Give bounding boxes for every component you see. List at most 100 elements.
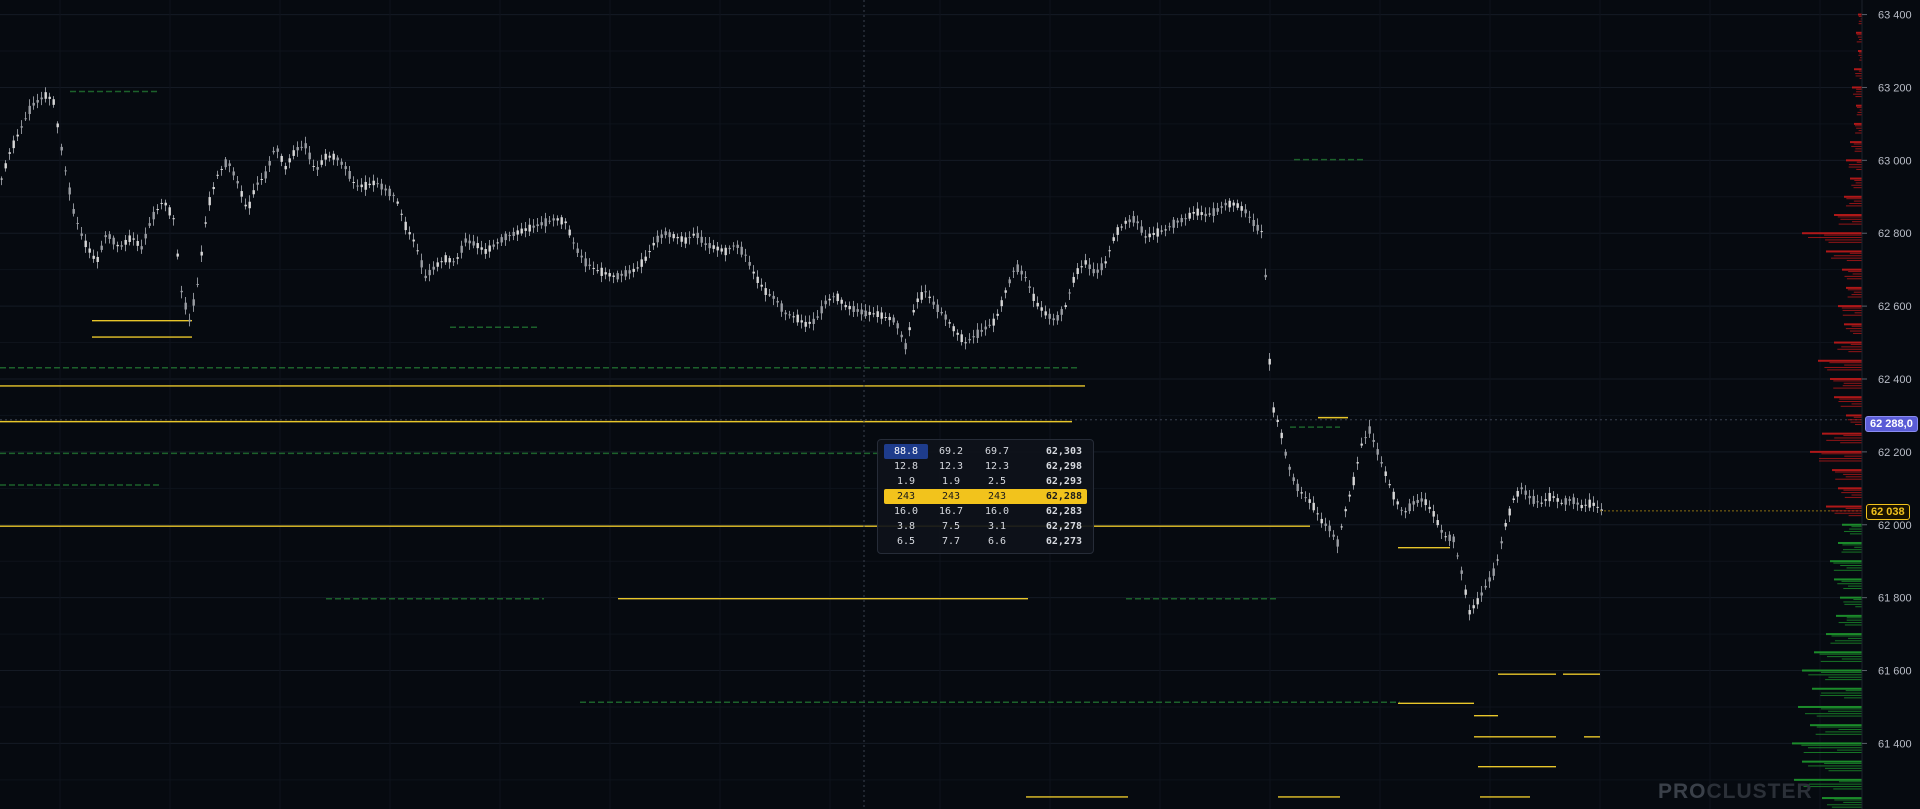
y-tick-label-0: 63 400 [1878, 10, 1912, 22]
profile-bar-20 [1830, 377, 1862, 380]
candle-body-98 [392, 194, 395, 196]
candle-body-137 [548, 220, 551, 222]
profile-bar-19-4 [1827, 369, 1862, 371]
profile-bar-2 [1858, 50, 1862, 53]
profile-bar-21-1 [1839, 398, 1862, 400]
candle-body-272 [1088, 264, 1091, 269]
candle-body-16 [64, 170, 67, 172]
tooltip-cell-0-2: 69.7 [984, 446, 1010, 457]
profile-bar-24-4 [1818, 460, 1862, 462]
candle-body-177 [708, 243, 711, 249]
candle-body-337 [1348, 494, 1351, 497]
profile-bar-42-2 [1808, 783, 1862, 785]
candle-body-239 [956, 332, 959, 335]
candle-body-289 [1156, 228, 1159, 237]
profile-bar-14-1 [1848, 271, 1862, 273]
candle-body-9 [36, 100, 39, 103]
candle-body-115 [460, 245, 463, 253]
candle-body-171 [684, 237, 687, 244]
candle-body-97 [388, 188, 391, 197]
candle-body-331 [1324, 523, 1327, 526]
candle-body-35 [140, 246, 143, 250]
candle-body-185 [740, 246, 743, 255]
candle-body-375 [1500, 541, 1503, 544]
candle-body-84 [336, 157, 339, 161]
profile-bar-35-3 [1841, 658, 1862, 660]
candle-body-165 [660, 234, 663, 238]
candle-body-300 [1200, 212, 1203, 215]
candle-body-249 [996, 313, 999, 316]
candle-body-383 [1532, 496, 1535, 504]
candle-body-387 [1548, 492, 1551, 502]
profile-bar-10 [1844, 195, 1862, 198]
candle-body-220 [880, 312, 883, 319]
profile-bar-13-3 [1831, 257, 1862, 259]
profile-bar-26 [1838, 487, 1862, 490]
profile-bar-41-2 [1808, 765, 1862, 767]
profile-bar-15-1 [1847, 289, 1862, 291]
candle-body-164 [656, 235, 659, 243]
candle-body-92 [368, 183, 371, 186]
tooltip-cell-2-1: 1.9 [941, 476, 961, 487]
tooltip-row-1: 12.8 12.3 12.3 62,298 [884, 459, 1087, 474]
candle-body-143 [572, 242, 575, 244]
candle-body-174 [696, 232, 699, 239]
tooltip-cell-3-3: 62,288 [1045, 491, 1082, 502]
profile-bar-28-3 [1844, 530, 1862, 532]
profile-bar-37-1 [1845, 690, 1862, 692]
candle-body-19 [76, 223, 79, 225]
candle-body-282 [1128, 219, 1131, 223]
candle-body-68 [272, 150, 275, 153]
candle-body-283 [1132, 216, 1135, 223]
candle-body-64 [256, 182, 259, 185]
profile-bar-6 [1854, 122, 1862, 125]
candle-body-129 [516, 230, 519, 235]
candle-body-257 [1028, 286, 1031, 288]
crosshair [0, 0, 1862, 809]
candle-body-47 [188, 319, 191, 322]
tooltip-cell-5-1: 7.5 [941, 521, 961, 532]
candle-body-293 [1172, 219, 1175, 228]
candle-body-24 [96, 256, 99, 262]
candle-body-34 [136, 241, 139, 246]
profile-bar-24 [1810, 450, 1862, 453]
candle-body-347 [1388, 484, 1391, 486]
profile-bar-25-3 [1845, 476, 1862, 478]
profile-bar-31 [1834, 578, 1862, 581]
candle-body-156 [624, 270, 627, 277]
tooltip-cell-6-3: 62,273 [1045, 536, 1082, 547]
y-tick-label-3: 62 800 [1878, 228, 1912, 240]
profile-bar-38 [1798, 705, 1862, 708]
candle-body-63 [252, 190, 255, 195]
profile-bar-9 [1850, 177, 1862, 180]
candle-body-259 [1036, 302, 1039, 307]
tooltip-cell-4-2: 16.0 [984, 506, 1010, 517]
candle-body-294 [1176, 220, 1179, 223]
candle-body-228 [912, 310, 915, 313]
tooltip-cell-1-2: 12.3 [984, 461, 1010, 472]
profile-bar-29-2 [1854, 546, 1862, 548]
y-axis[interactable]: 63 400 63 200 63 000 62 800 62 600 62 400 62 2… [1861, 0, 1912, 809]
candle-body-350 [1400, 509, 1403, 511]
candle-body-284 [1136, 221, 1139, 224]
candle-body-101 [404, 221, 407, 231]
candle-body-85 [340, 161, 343, 165]
candle-body-53 [212, 187, 215, 190]
chart-canvas[interactable]: 63 400 63 200 63 000 62 800 62 600 62 400 62 2… [0, 0, 1920, 809]
candle-body-309 [1236, 203, 1239, 208]
profile-bar-4-2 [1856, 91, 1862, 93]
profile-bar-31-2 [1837, 583, 1862, 585]
profile-bar-0-4 [1858, 23, 1862, 25]
candle-body-27 [108, 234, 111, 239]
candle-body-48 [192, 299, 195, 306]
profile-bar-6-4 [1855, 132, 1862, 134]
profile-bar-5-4 [1856, 114, 1862, 116]
profile-bar-31-1 [1841, 580, 1862, 582]
profile-bar-12-4 [1828, 241, 1862, 243]
candle-body-357 [1428, 506, 1431, 510]
candle-body-79 [316, 166, 319, 170]
profile-bar-36-3 [1828, 676, 1862, 678]
profile-bar-9-4 [1853, 187, 1862, 189]
profile-bar-23-2 [1834, 437, 1862, 439]
profile-bar-27-4 [1848, 515, 1862, 517]
